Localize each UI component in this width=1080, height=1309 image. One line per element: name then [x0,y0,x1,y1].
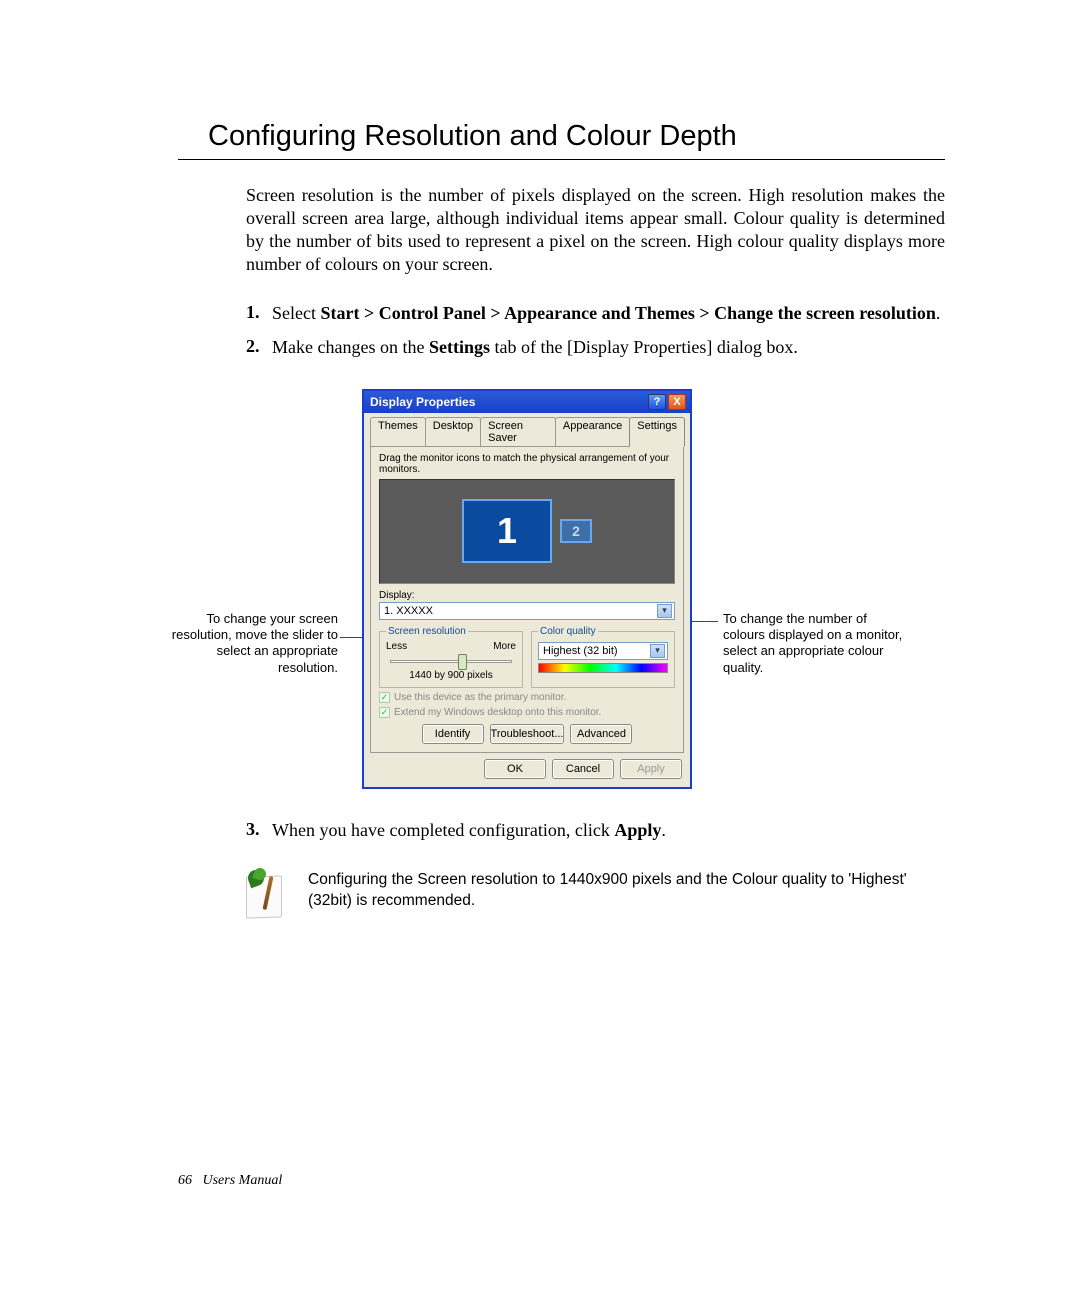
dialog-tabs: Themes Desktop Screen Saver Appearance S… [364,413,690,446]
close-button[interactable]: X [668,394,686,410]
step-1: 1. Select Start > Control Panel > Appear… [246,302,945,325]
troubleshoot-button[interactable]: Troubleshoot... [490,724,565,744]
step1-path: Start > Control Panel > Appearance and T… [320,303,935,323]
step3-post: . [661,820,666,840]
slider-thumb[interactable] [458,654,467,670]
color-quality-dropdown[interactable]: Highest (32 bit) ▾ [538,642,668,660]
primary-monitor-label: Use this device as the primary monitor. [394,692,566,703]
chevron-down-icon[interactable]: ▾ [650,644,665,658]
display-value: 1. XXXXX [384,605,657,617]
step2-tab-name: Settings [429,337,490,357]
dialog-title: Display Properties [370,395,475,409]
step-number: 3. [246,819,272,842]
note-text: Configuring the Screen resolution to 144… [308,870,945,912]
advanced-button[interactable]: Advanced [570,724,632,744]
extend-desktop-label: Extend my Windows desktop onto this moni… [394,707,601,718]
step-number: 1. [246,302,272,325]
screen-resolution-group: Screen resolution Less More 1440 by 900 … [379,626,523,688]
tab-appearance[interactable]: Appearance [555,417,630,446]
monitor-1-icon[interactable]: 1 [462,499,552,563]
step-number: 2. [246,336,272,359]
step1-pre: Select [272,303,320,323]
page-footer: 66 Users Manual [178,1173,282,1189]
step-2: 2. Make changes on the Settings tab of t… [246,336,945,359]
color-quality-group: Color quality Highest (32 bit) ▾ [531,626,675,688]
primary-monitor-checkbox-row[interactable]: ✓ Use this device as the primary monitor… [379,692,675,703]
ok-button[interactable]: OK [484,759,546,779]
checkbox-checked-icon[interactable]: ✓ [379,692,390,703]
drag-instruction-text: Drag the monitor icons to match the phys… [379,453,675,475]
color-quality-legend: Color quality [538,626,598,637]
display-label: Display: [379,590,675,601]
slider-less-label: Less [386,641,407,652]
apply-button[interactable]: Apply [620,759,682,779]
display-dropdown[interactable]: 1. XXXXX ▾ [379,602,675,620]
color-spectrum-bar [538,663,668,673]
tab-themes[interactable]: Themes [370,417,426,446]
step2-pre: Make changes on the [272,337,429,357]
slider-more-label: More [493,641,516,652]
extend-desktop-checkbox-row[interactable]: ✓ Extend my Windows desktop onto this mo… [379,707,675,718]
step3-pre: When you have completed configuration, c… [272,820,614,840]
note-block: Configuring the Screen resolution to 144… [246,870,945,918]
display-properties-dialog: Display Properties ? X Themes Desktop Sc… [362,389,692,789]
tab-settings[interactable]: Settings [629,417,685,447]
chevron-down-icon[interactable]: ▾ [657,604,672,618]
monitor-arrangement-area[interactable]: 1 2 [379,479,675,584]
tab-desktop[interactable]: Desktop [425,417,481,446]
step1-post: . [936,303,941,323]
page-number: 66 [178,1173,192,1188]
footer-label: Users Manual [203,1173,283,1188]
note-icon [246,870,290,918]
screen-resolution-legend: Screen resolution [386,626,468,637]
color-quality-value: Highest (32 bit) [543,645,650,657]
dialog-titlebar[interactable]: Display Properties ? X [364,391,690,413]
checkbox-checked-icon[interactable]: ✓ [379,707,390,718]
callout-colour-quality: To change the number of colours displaye… [723,611,903,676]
identify-button[interactable]: Identify [422,724,484,744]
callout-resolution: To change your screen resolution, move t… [168,611,338,676]
help-button[interactable]: ? [648,394,666,410]
page-title: Configuring Resolution and Colour Depth [208,120,945,153]
display-properties-figure: To change your screen resolution, move t… [178,389,945,789]
settings-tab-pane: Drag the monitor icons to match the phys… [370,446,684,753]
tab-screen-saver[interactable]: Screen Saver [480,417,556,446]
step3-apply: Apply [614,820,661,840]
step2-post: tab of the [Display Properties] dialog b… [490,337,798,357]
cancel-button[interactable]: Cancel [552,759,614,779]
intro-paragraph: Screen resolution is the number of pixel… [246,184,945,276]
monitor-2-icon[interactable]: 2 [560,519,592,543]
slider-track [390,660,512,663]
step-3: 3. When you have completed configuration… [246,819,945,842]
resolution-slider[interactable] [386,654,516,668]
title-rule [178,159,945,160]
resolution-value: 1440 by 900 pixels [386,670,516,681]
